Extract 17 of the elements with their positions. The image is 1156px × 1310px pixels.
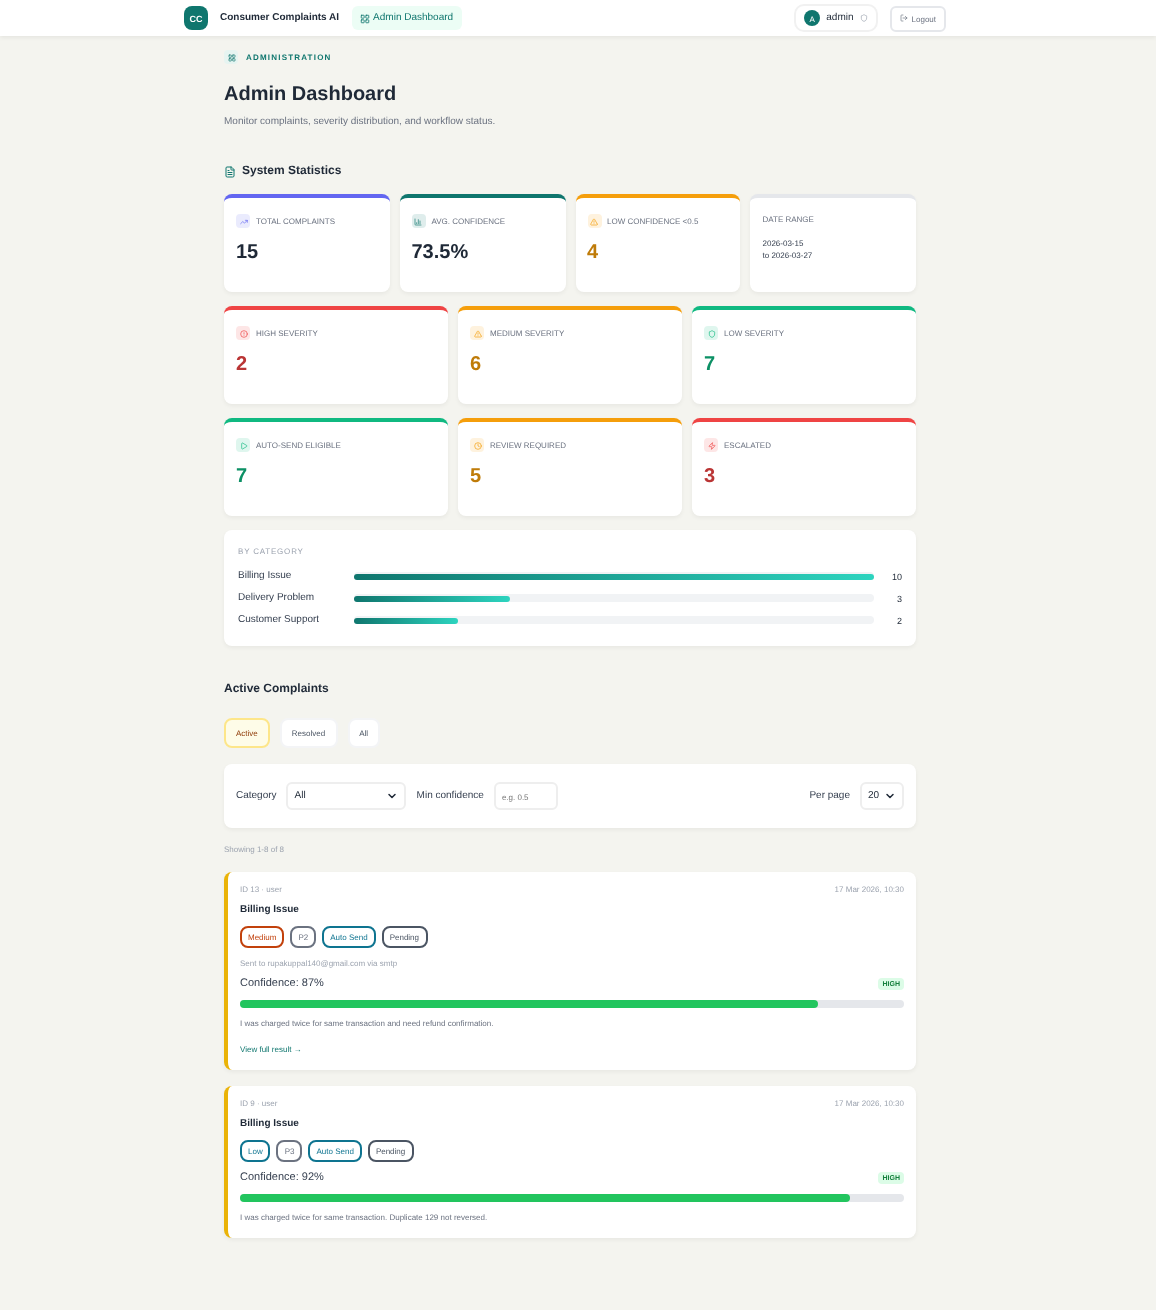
stat-value: 2 (236, 354, 250, 376)
grid-icon (224, 50, 238, 64)
stat-value: 6 (470, 354, 484, 376)
document-icon (224, 166, 236, 178)
stat-value: 15 (236, 242, 261, 264)
stat-value: 4 (587, 242, 601, 264)
stat-value: 73.5% (411, 242, 471, 264)
page-title: Admin Dashboard (224, 84, 399, 106)
stat-value: 5 (470, 466, 484, 488)
stat-value: 7 (704, 354, 718, 376)
grid-icon (359, 13, 370, 23)
chevron-down-icon (386, 790, 399, 802)
stat-value: 3 (704, 466, 718, 488)
chevron-down-icon (884, 790, 896, 802)
logout-icon (899, 14, 908, 22)
shield-icon (859, 14, 868, 22)
stat-value: 7 (236, 466, 250, 488)
